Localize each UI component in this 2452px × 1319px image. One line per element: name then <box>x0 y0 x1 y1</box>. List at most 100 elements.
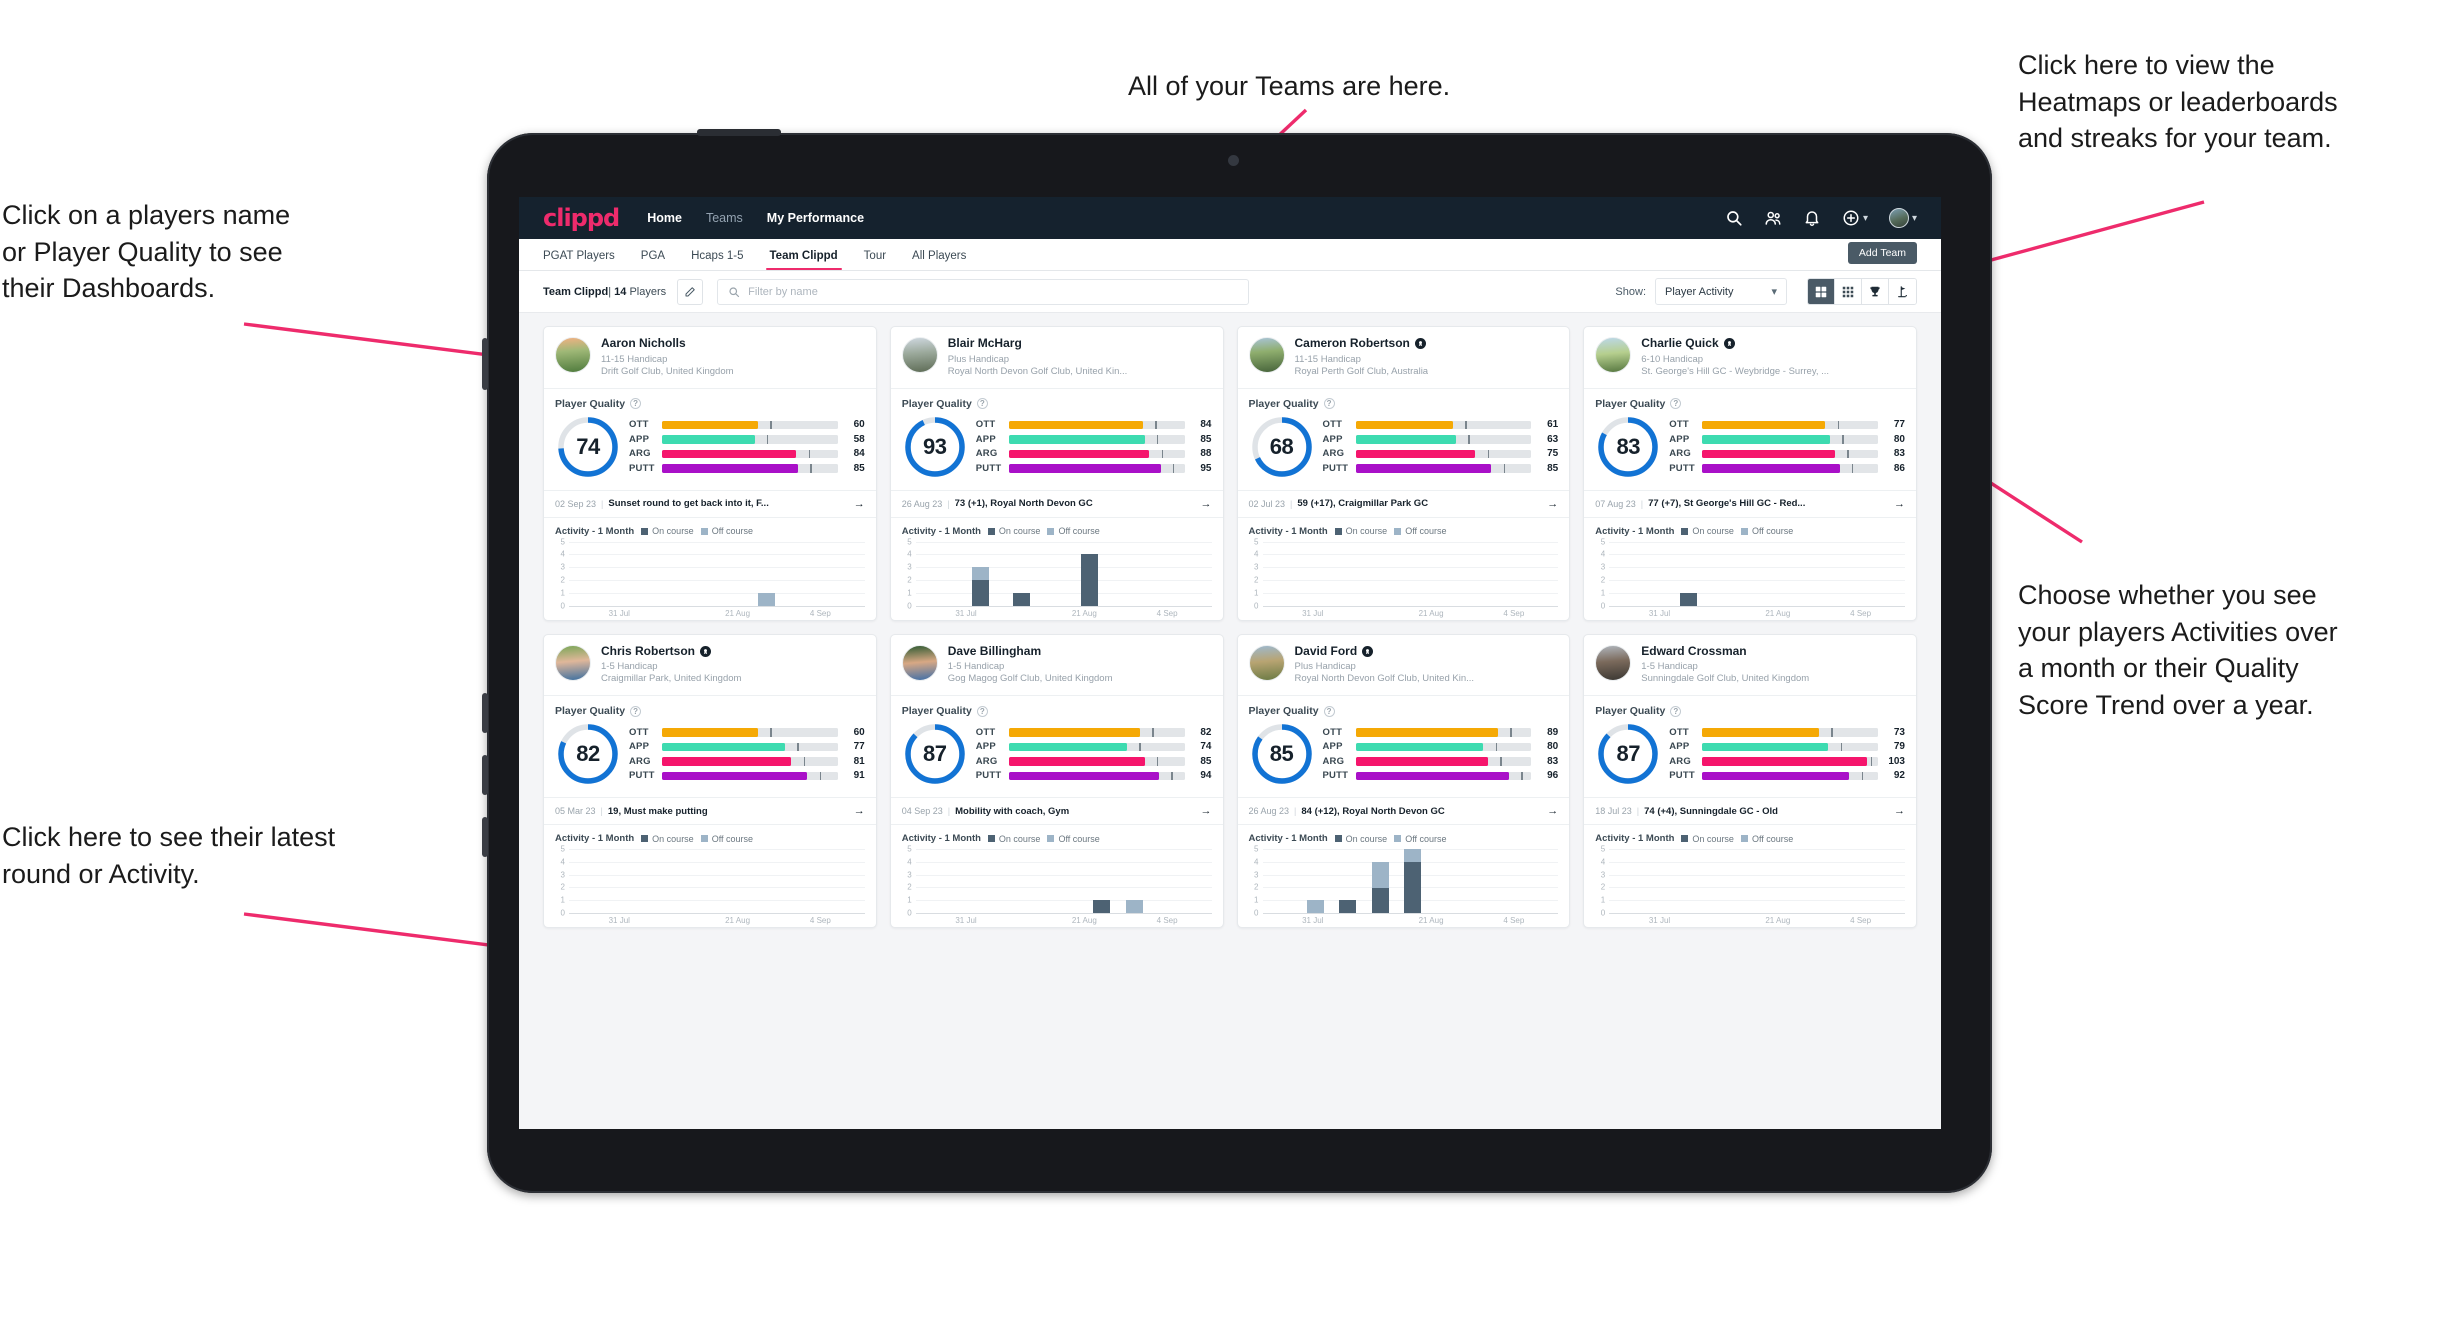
player-quality-body[interactable]: 83 OTT 77 APP 80 ARG 83 PUTT 86 <box>1584 414 1916 490</box>
help-icon[interactable]: ? <box>630 705 642 717</box>
player-quality-label[interactable]: Player Quality <box>902 398 972 410</box>
arrow-right-icon[interactable]: → <box>854 805 865 817</box>
player-quality-ring[interactable]: 93 <box>902 414 968 480</box>
tab-team-clippd[interactable]: Team Clippd <box>765 250 842 270</box>
bell-icon[interactable] <box>1803 209 1821 227</box>
clippd-logo[interactable]: clippd <box>543 206 620 230</box>
tab-tour[interactable]: Tour <box>864 250 886 270</box>
player-avatar[interactable] <box>555 337 591 373</box>
player-quality-label[interactable]: Player Quality <box>555 705 625 717</box>
view-grid-large-button[interactable] <box>1808 279 1835 304</box>
latest-round-row[interactable]: 26 Aug 23 | 73 (+1), Royal North Devon GC → <box>890 489 1223 518</box>
player-name[interactable]: Edward Crossman <box>1641 644 1809 659</box>
player-card-header[interactable]: Aaron Nicholls 11-15 Handicap Drift Golf C… <box>544 327 876 388</box>
player-card-header[interactable]: Blair McHarg Plus Handicap Royal North Dev… <box>891 327 1223 388</box>
player-card-header[interactable]: Charlie Quick 6-10 Handicap St. George's H… <box>1584 327 1916 388</box>
player-card[interactable]: Aaron Nicholls 11-15 Handicap Drift Golf C… <box>543 326 877 621</box>
player-quality-body[interactable]: 82 OTT 60 APP 77 ARG 81 PUTT 91 <box>544 721 876 797</box>
player-avatar[interactable] <box>555 644 591 681</box>
player-card-header[interactable]: Cameron Robertson 11-15 Handicap Royal Per… <box>1238 327 1570 388</box>
arrow-right-icon[interactable]: → <box>854 498 865 510</box>
search-icon[interactable] <box>1725 209 1743 227</box>
player-quality-body[interactable]: 87 OTT 82 APP 74 ARG 85 PUTT 94 <box>891 721 1223 797</box>
player-card-header[interactable]: David Ford Plus Handicap Royal North Devon… <box>1238 635 1570 696</box>
player-card[interactable]: Edward Crossman 1-5 Handicap Sunningdale G… <box>1583 633 1917 929</box>
volume-button[interactable] <box>482 338 488 390</box>
player-quality-label[interactable]: Player Quality <box>1249 398 1319 410</box>
nav-link-home[interactable]: Home <box>647 211 682 225</box>
player-avatar[interactable] <box>1595 337 1632 373</box>
arrow-right-icon[interactable]: → <box>1894 805 1905 817</box>
power-button[interactable] <box>697 129 781 136</box>
help-icon[interactable]: ? <box>630 398 642 410</box>
tab-all-players[interactable]: All Players <box>912 250 966 270</box>
latest-round-row[interactable]: 02 Jul 23 | 59 (+17), Craigmillar Park GC → <box>1237 489 1570 518</box>
arrow-right-icon[interactable]: → <box>1547 498 1558 510</box>
player-quality-ring[interactable]: 87 <box>902 721 968 787</box>
player-card[interactable]: Blair McHarg Plus Handicap Royal North Dev… <box>889 326 1224 621</box>
player-name[interactable]: Chris Robertson <box>601 644 741 659</box>
show-select[interactable]: Player Activity ▾ <box>1655 278 1787 305</box>
latest-round-row[interactable]: 04 Sep 23 | Mobility with coach, Gym → <box>890 797 1223 826</box>
player-quality-body[interactable]: 85 OTT 89 APP 80 ARG 83 PUTT 96 <box>1238 721 1570 797</box>
player-card[interactable]: Dave Billingham 1-5 Handicap Gog Magog Gol… <box>889 633 1224 929</box>
side-button[interactable] <box>482 755 488 795</box>
player-quality-ring[interactable]: 68 <box>1249 414 1315 480</box>
latest-round-row[interactable]: 26 Aug 23 | 84 (+12), Royal North Devon GC… <box>1237 797 1570 826</box>
player-avatar[interactable] <box>1595 644 1632 681</box>
arrow-right-icon[interactable]: → <box>1201 498 1212 510</box>
tab-pga[interactable]: PGA <box>641 250 665 270</box>
player-quality-ring[interactable]: 82 <box>555 721 621 787</box>
plus-circle-icon[interactable] <box>1842 209 1860 227</box>
help-icon[interactable]: ? <box>1670 398 1682 410</box>
player-card[interactable]: Chris Robertson 1-5 Handicap Craigmillar P… <box>543 633 877 929</box>
player-card-header[interactable]: Edward Crossman 1-5 Handicap Sunningdale G… <box>1584 635 1916 696</box>
player-card-header[interactable]: Dave Billingham 1-5 Handicap Gog Magog Gol… <box>891 635 1223 696</box>
player-quality-ring[interactable]: 85 <box>1249 721 1315 787</box>
help-icon[interactable]: ? <box>976 398 988 410</box>
nav-link-teams[interactable]: Teams <box>706 211 743 225</box>
latest-round-row[interactable]: 07 Aug 23 | 77 (+7), St George's Hill GC -… <box>1584 489 1916 518</box>
people-icon[interactable] <box>1764 209 1782 227</box>
player-quality-body[interactable]: 87 OTT 73 APP 79 ARG 103 PUTT 92 <box>1584 721 1916 797</box>
player-quality-label[interactable]: Player Quality <box>1595 398 1665 410</box>
search-input[interactable]: Filter by name <box>717 278 1250 305</box>
player-avatar[interactable] <box>901 644 938 681</box>
player-avatar[interactable] <box>1248 337 1285 373</box>
player-quality-label[interactable]: Player Quality <box>1249 705 1319 717</box>
player-name[interactable]: David Ford <box>1295 644 1475 659</box>
latest-round-row[interactable]: 18 Jul 23 | 74 (+4), Sunningdale GC - Old → <box>1584 797 1916 826</box>
help-icon[interactable]: ? <box>1323 705 1335 717</box>
arrow-right-icon[interactable]: → <box>1547 805 1558 817</box>
player-card-header[interactable]: Chris Robertson 1-5 Handicap Craigmillar P… <box>544 635 876 696</box>
player-quality-ring[interactable]: 87 <box>1595 721 1661 787</box>
player-quality-label[interactable]: Player Quality <box>555 398 625 410</box>
player-name[interactable]: Cameron Robertson <box>1295 336 1429 351</box>
player-quality-label[interactable]: Player Quality <box>902 705 972 717</box>
player-name[interactable]: Dave Billingham <box>948 644 1113 659</box>
player-card[interactable]: David Ford Plus Handicap Royal North Devon… <box>1236 633 1571 929</box>
nav-link-my-performance[interactable]: My Performance <box>767 211 864 225</box>
tab-hcaps-1-5[interactable]: Hcaps 1-5 <box>691 250 743 270</box>
help-icon[interactable]: ? <box>1670 705 1682 717</box>
side-button[interactable] <box>482 817 488 857</box>
player-name[interactable]: Charlie Quick <box>1641 336 1829 351</box>
player-name[interactable]: Blair McHarg <box>948 336 1128 351</box>
latest-round-row[interactable]: 05 Mar 23 | 19, Must make putting → <box>544 797 876 826</box>
player-quality-body[interactable]: 68 OTT 61 APP 63 ARG 75 PUTT 85 <box>1238 414 1570 490</box>
player-avatar[interactable] <box>901 337 938 373</box>
view-heatmap-button[interactable] <box>1889 279 1916 304</box>
player-avatar[interactable] <box>1248 644 1285 681</box>
arrow-right-icon[interactable]: → <box>1894 498 1905 510</box>
player-quality-label[interactable]: Player Quality <box>1595 705 1665 717</box>
edit-team-button[interactable] <box>677 278 704 305</box>
tab-pgat-players[interactable]: PGAT Players <box>543 250 615 270</box>
player-quality-body[interactable]: 93 OTT 84 APP 85 ARG 88 PUTT 95 <box>891 414 1223 490</box>
player-card[interactable]: Charlie Quick 6-10 Handicap St. George's H… <box>1583 326 1917 621</box>
side-button[interactable] <box>482 693 488 733</box>
help-icon[interactable]: ? <box>1323 398 1335 410</box>
user-menu[interactable]: ▾ <box>1888 208 1917 228</box>
arrow-right-icon[interactable]: → <box>1201 805 1212 817</box>
add-team-button[interactable]: Add Team <box>1847 242 1917 264</box>
latest-round-row[interactable]: 02 Sep 23 | Sunset round to get back into … <box>544 489 876 518</box>
